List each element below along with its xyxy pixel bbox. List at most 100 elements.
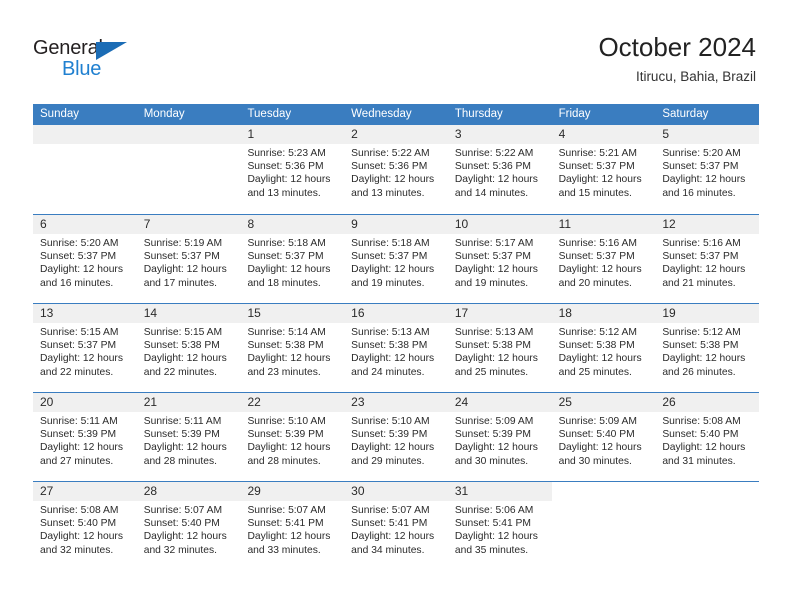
day-number: 31	[447, 482, 552, 501]
day-cell[interactable]: 15 Sunrise: 5:14 AM Sunset: 5:38 PM Dayligh…	[240, 304, 345, 392]
day-sun-info: Sunrise: 5:08 AM Sunset: 5:40 PM Daylight:…	[655, 412, 759, 468]
calendar-week-row: 27 Sunrise: 5:08 AM Sunset: 5:40 PM Dayligh…	[33, 481, 759, 570]
day-sun-info: Sunrise: 5:22 AM Sunset: 5:36 PM Daylight:…	[448, 144, 552, 200]
day-cell[interactable]: 2 Sunrise: 5:22 AM Sunset: 5:36 PM Daylight…	[344, 125, 448, 214]
day-daylight2-text: and 35 minutes.	[454, 544, 529, 556]
day-sunset-text: Sunset: 5:37 PM	[351, 251, 428, 263]
day-cell[interactable]: 31 Sunrise: 5:06 AM Sunset: 5:41 PM Dayligh…	[447, 482, 552, 570]
day-daylight1-text: Daylight: 12 hours	[454, 531, 538, 543]
day-cell[interactable]: 18 Sunrise: 5:12 AM Sunset: 5:38 PM Dayligh…	[551, 304, 656, 392]
day-cell[interactable]: 4 Sunrise: 5:21 AM Sunset: 5:37 PM Daylight…	[551, 125, 656, 214]
calendar-week-row: 20 Sunrise: 5:11 AM Sunset: 5:39 PM Dayligh…	[33, 392, 760, 481]
day-sun-info: Sunrise: 5:09 AM Sunset: 5:39 PM Daylight:…	[448, 412, 552, 468]
day-sunrise-text: Sunrise: 5:08 AM	[662, 416, 741, 427]
day-cell[interactable]: 28 Sunrise: 5:07 AM Sunset: 5:40 PM Dayligh…	[136, 482, 241, 570]
day-cell[interactable]: 1 Sunrise: 5:23 AM Sunset: 5:36 PM Daylight…	[240, 125, 345, 214]
page-subtitle: Itirucu, Bahia, Brazil	[635, 69, 756, 84]
day-cell[interactable]: 7 Sunrise: 5:19 AM Sunset: 5:37 PM Daylight…	[136, 215, 241, 303]
day-cell[interactable]: 27 Sunrise: 5:08 AM Sunset: 5:40 PM Dayligh…	[33, 482, 137, 570]
day-cell[interactable]: 14 Sunrise: 5:15 AM Sunset: 5:38 PM Dayligh…	[136, 304, 241, 392]
day-cell[interactable]: 17 Sunrise: 5:13 AM Sunset: 5:38 PM Dayligh…	[447, 304, 552, 392]
day-sunrise-text: Sunrise: 5:23 AM	[247, 148, 326, 159]
day-cell[interactable]: 30 Sunrise: 5:07 AM Sunset: 5:41 PM Dayligh…	[344, 482, 448, 570]
day-sunrise-text: Sunrise: 5:18 AM	[247, 238, 326, 249]
day-daylight2-text: and 22 minutes.	[40, 366, 114, 378]
day-daylight2-text: and 15 minutes.	[558, 187, 632, 199]
day-daylight1-text: Daylight: 12 hours	[247, 531, 331, 543]
day-sun-info: Sunrise: 5:07 AM Sunset: 5:40 PM Daylight:…	[137, 501, 241, 557]
day-cell[interactable]: 6 Sunrise: 5:20 AM Sunset: 5:37 PM Daylight…	[33, 215, 137, 303]
day-cell[interactable]: 20 Sunrise: 5:11 AM Sunset: 5:39 PM Dayligh…	[33, 393, 137, 481]
day-number	[136, 125, 241, 144]
day-cell[interactable]: 23 Sunrise: 5:10 AM Sunset: 5:39 PM Dayligh…	[344, 393, 448, 481]
day-number: 12	[655, 215, 760, 234]
day-daylight1-text: Daylight: 12 hours	[558, 264, 642, 276]
day-cell[interactable]: 5 Sunrise: 5:20 AM Sunset: 5:37 PM Daylight…	[655, 125, 760, 214]
day-sunrise-text: Sunrise: 5:13 AM	[454, 327, 534, 338]
day-sunrise-text: Sunrise: 5:11 AM	[143, 416, 222, 427]
day-sunrise-text: Sunrise: 5:06 AM	[454, 505, 534, 516]
day-number: 19	[655, 304, 760, 323]
day-sunset-text: Sunset: 5:38 PM	[143, 340, 220, 352]
day-cell[interactable]: 11 Sunrise: 5:16 AM Sunset: 5:37 PM Dayligh…	[551, 215, 656, 303]
weekday-header-tuesday: Tuesday	[247, 108, 292, 120]
day-sun-info: Sunrise: 5:21 AM Sunset: 5:37 PM Daylight:…	[552, 144, 656, 200]
day-daylight2-text: and 28 minutes.	[143, 455, 217, 467]
day-cell[interactable]: 24 Sunrise: 5:09 AM Sunset: 5:39 PM Dayligh…	[447, 393, 552, 481]
day-cell[interactable]: 21 Sunrise: 5:11 AM Sunset: 5:39 PM Dayligh…	[136, 393, 241, 481]
logo-text-blue: Blue	[62, 58, 102, 80]
calendar-week-row: 1 Sunrise: 5:23 AM Sunset: 5:36 PM Daylight…	[33, 125, 760, 214]
day-sunset-text: Sunset: 5:37 PM	[143, 251, 220, 263]
day-sun-info: Sunrise: 5:08 AM Sunset: 5:40 PM Daylight:…	[33, 501, 137, 557]
day-daylight1-text: Daylight: 12 hours	[143, 531, 227, 543]
day-sunset-text: Sunset: 5:38 PM	[351, 340, 428, 352]
day-sunset-text: Sunset: 5:37 PM	[558, 251, 635, 263]
day-sun-info: Sunrise: 5:18 AM Sunset: 5:37 PM Daylight:…	[344, 234, 448, 290]
day-cell[interactable]: 13 Sunrise: 5:15 AM Sunset: 5:37 PM Dayligh…	[33, 304, 137, 392]
day-sun-info: Sunrise: 5:13 AM Sunset: 5:38 PM Daylight:…	[448, 323, 552, 379]
day-daylight2-text: and 16 minutes.	[662, 187, 736, 199]
day-daylight1-text: Daylight: 12 hours	[351, 353, 435, 365]
day-daylight2-text: and 23 minutes.	[247, 366, 321, 378]
day-sun-info: Sunrise: 5:20 AM Sunset: 5:37 PM Daylight:…	[33, 234, 137, 290]
day-daylight2-text: and 14 minutes.	[454, 187, 529, 199]
title-block: October 2024 Itirucu, Bahia, Brazil	[598, 32, 756, 86]
day-daylight1-text: Daylight: 12 hours	[40, 531, 123, 543]
day-cell[interactable]: 16 Sunrise: 5:13 AM Sunset: 5:38 PM Dayligh…	[344, 304, 448, 392]
day-sun-info: Sunrise: 5:07 AM Sunset: 5:41 PM Daylight:…	[240, 501, 344, 557]
day-sun-info: Sunrise: 5:22 AM Sunset: 5:36 PM Daylight:…	[344, 144, 448, 200]
day-cell[interactable]: 10 Sunrise: 5:17 AM Sunset: 5:37 PM Dayligh…	[447, 215, 552, 303]
day-daylight2-text: and 30 minutes.	[454, 455, 529, 467]
day-daylight1-text: Daylight: 12 hours	[558, 353, 642, 365]
day-number: 2	[344, 125, 448, 144]
day-sunset-text: Sunset: 5:36 PM	[351, 161, 428, 173]
day-number	[33, 125, 137, 144]
day-sunset-text: Sunset: 5:41 PM	[247, 518, 324, 530]
day-sunrise-text: Sunrise: 5:16 AM	[558, 238, 638, 249]
weekday-header-monday: Monday	[143, 108, 185, 120]
day-cell[interactable]: 3 Sunrise: 5:22 AM Sunset: 5:36 PM Daylight…	[447, 125, 552, 214]
day-cell[interactable]: 12 Sunrise: 5:16 AM Sunset: 5:37 PM Dayligh…	[655, 215, 760, 303]
day-daylight2-text: and 34 minutes.	[351, 544, 425, 556]
day-daylight2-text: and 26 minutes.	[662, 366, 736, 378]
day-sun-info: Sunrise: 5:06 AM Sunset: 5:41 PM Daylight:…	[448, 501, 552, 557]
day-sun-info: Sunrise: 5:15 AM Sunset: 5:37 PM Daylight:…	[33, 323, 137, 379]
weekday-header-friday: Friday	[558, 108, 591, 120]
day-cell[interactable]: 19 Sunrise: 5:12 AM Sunset: 5:38 PM Dayligh…	[655, 304, 760, 392]
day-sunset-text: Sunset: 5:36 PM	[247, 161, 324, 173]
day-daylight1-text: Daylight: 12 hours	[662, 353, 746, 365]
day-cell[interactable]: 29 Sunrise: 5:07 AM Sunset: 5:41 PM Dayligh…	[240, 482, 345, 570]
day-daylight2-text: and 25 minutes.	[558, 366, 632, 378]
day-sunrise-text: Sunrise: 5:07 AM	[247, 505, 326, 516]
day-cell[interactable]: 9 Sunrise: 5:18 AM Sunset: 5:37 PM Daylight…	[344, 215, 448, 303]
day-cell[interactable]: 8 Sunrise: 5:18 AM Sunset: 5:37 PM Daylight…	[240, 215, 345, 303]
day-daylight1-text: Daylight: 12 hours	[351, 264, 435, 276]
day-daylight2-text: and 25 minutes.	[454, 366, 529, 378]
day-cell[interactable]: 25 Sunrise: 5:09 AM Sunset: 5:40 PM Dayligh…	[551, 393, 656, 481]
day-cell[interactable]: 26 Sunrise: 5:08 AM Sunset: 5:40 PM Dayligh…	[655, 393, 760, 481]
day-number: 26	[655, 393, 760, 412]
day-number: 27	[33, 482, 137, 501]
day-daylight2-text: and 20 minutes.	[558, 277, 632, 289]
day-cell[interactable]: 22 Sunrise: 5:10 AM Sunset: 5:39 PM Dayligh…	[240, 393, 345, 481]
day-sunrise-text: Sunrise: 5:15 AM	[40, 327, 119, 338]
